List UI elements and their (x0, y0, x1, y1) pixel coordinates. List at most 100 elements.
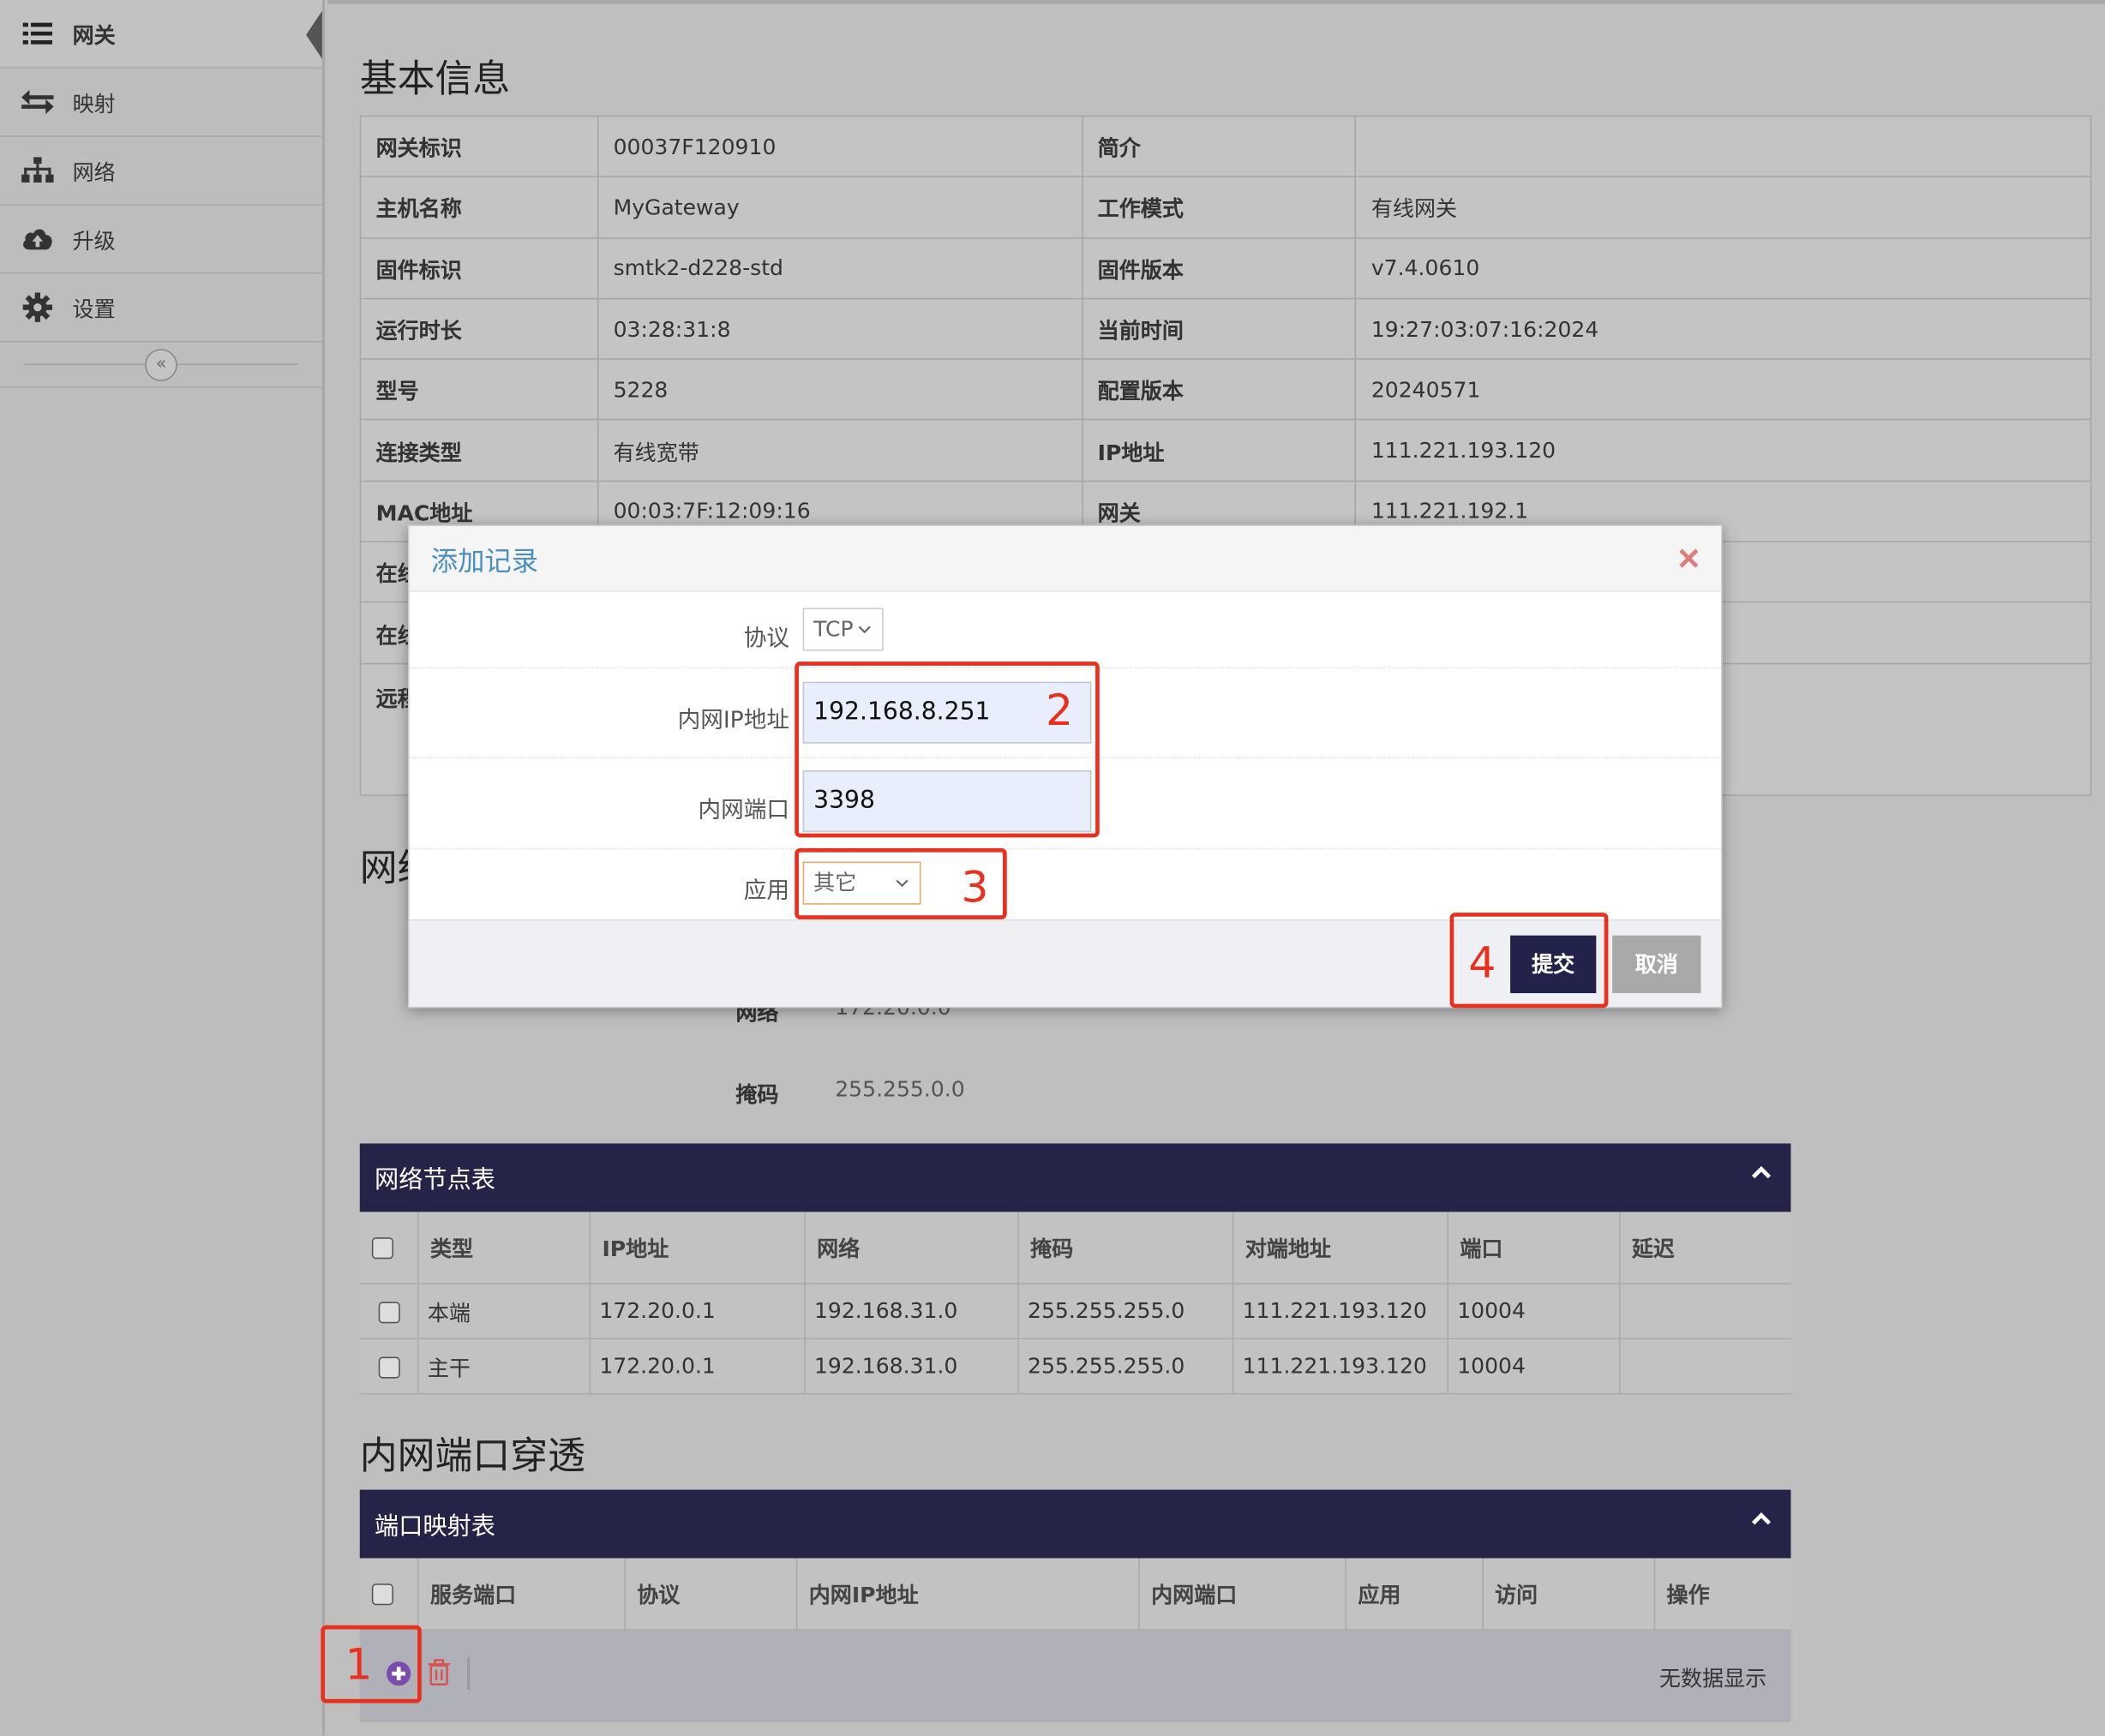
column-header[interactable]: 掩码 (1017, 1212, 1233, 1284)
port-mapping-table: 服务端口 协议 内网IP地址 内网端口 应用 访问 操作 (359, 1558, 1791, 1631)
table-cell: 111.221.193.120 (1232, 1283, 1448, 1339)
port-table-title: 端口映射表 (374, 1512, 495, 1541)
annotation-number-4: 4 (1468, 937, 1496, 988)
info-label: 固件版本 (1081, 236, 1357, 300)
annotation-number-2: 2 (1046, 684, 1074, 736)
info-label: IP地址 (1081, 419, 1357, 482)
swap-arrows-icon (21, 88, 54, 115)
column-header[interactable]: 内网IP地址 (795, 1558, 1140, 1631)
annotation-number-3: 3 (961, 861, 989, 913)
table-cell: 255.255.255.0 (1017, 1283, 1233, 1339)
column-header[interactable]: 访问 (1482, 1558, 1655, 1631)
info-value: smtk2-d228-std (597, 236, 1083, 300)
sidebar-collapse-bar: « (0, 342, 322, 388)
info-row: 固件标识 smtk2-d228-std 固件版本 v7.4.0610 (359, 236, 2092, 300)
protocol-select-value: TCP (813, 615, 854, 642)
gear-icon (21, 292, 54, 322)
table-row[interactable]: 本端 172.20.0.1 192.168.31.0 255.255.255.0 111… (359, 1283, 1791, 1339)
row-checkbox[interactable] (359, 1283, 418, 1339)
info-value: 5228 (597, 358, 1083, 422)
table-cell: 本端 (417, 1283, 591, 1339)
chevron-up-icon[interactable] (1750, 1162, 1772, 1183)
app-row: 应用 其它 (410, 849, 1721, 920)
info-label: 运行时长 (359, 297, 599, 361)
column-header[interactable]: 协议 (624, 1558, 797, 1631)
mask-label: 掩码 (735, 1081, 779, 1108)
mask-value: 255.255.0.0 (835, 1076, 965, 1102)
info-value (1355, 115, 2092, 178)
column-header[interactable]: IP地址 (589, 1212, 805, 1284)
info-label: 型号 (359, 358, 599, 422)
table-toolbar: 无数据显示 (359, 1631, 1791, 1722)
network-icon (21, 157, 54, 183)
info-value: 00037F120910 (597, 115, 1083, 178)
protocol-select[interactable]: TCP (802, 608, 884, 651)
node-table: 类型 IP地址 网络 掩码 对端地址 端口 延迟 本端 172.20.0.1 192… (359, 1212, 1791, 1394)
table-cell: 10004 (1447, 1283, 1620, 1339)
column-header[interactable]: 内网端口 (1138, 1558, 1346, 1631)
column-header[interactable]: 应用 (1345, 1558, 1483, 1631)
annotation-number-1: 1 (345, 1638, 373, 1690)
cloud-upload-icon (21, 225, 54, 252)
sidebar-item-gateway[interactable]: 网关 (0, 0, 322, 69)
close-icon[interactable] (1678, 548, 1700, 569)
info-value: 19:27:03:07:16:2024 (1355, 297, 2092, 361)
column-header[interactable]: 端口 (1447, 1212, 1620, 1284)
table-row[interactable]: 主干 172.20.0.1 192.168.31.0 255.255.255.0 111… (359, 1338, 1791, 1394)
info-row: 运行时长 03:28:31:8 当前时间 19:27:03:07:16:2024 (359, 297, 2092, 361)
table-cell: 111.221.193.120 (1232, 1338, 1448, 1394)
delete-icon[interactable] (427, 1659, 451, 1685)
info-value: 20240571 (1355, 358, 2092, 422)
info-row: 主机名称 MyGateway 工作模式 有线网关 (359, 176, 2092, 239)
sidebar-item-settings[interactable]: 设置 (0, 274, 322, 343)
port-label: 内网端口 (698, 797, 789, 824)
info-value: MyGateway (597, 176, 1083, 239)
info-row: 连接类型 有线宽带 IP地址 111.221.193.120 (359, 419, 2092, 482)
select-all-checkbox[interactable] (359, 1558, 418, 1631)
column-header[interactable]: 类型 (417, 1212, 591, 1284)
info-row: 型号 5228 配置版本 20240571 (359, 358, 2092, 422)
sidebar-item-label: 网关 (72, 22, 116, 49)
table-cell: 主干 (417, 1338, 591, 1394)
info-value: v7.4.0610 (1355, 236, 2092, 300)
table-cell: 172.20.0.1 (589, 1338, 805, 1394)
info-value: 03:28:31:8 (597, 297, 1083, 361)
column-header[interactable]: 服务端口 (417, 1558, 626, 1631)
sidebar-item-upgrade[interactable]: 升级 (0, 206, 322, 274)
sidebar-item-label: 设置 (72, 296, 116, 322)
table-cell: 255.255.255.0 (1017, 1338, 1233, 1394)
node-table-header: 网络节点表 (359, 1143, 1791, 1212)
select-all-checkbox[interactable] (359, 1212, 418, 1284)
port-table-header: 端口映射表 (359, 1489, 1791, 1559)
column-header[interactable]: 延迟 (1618, 1212, 1791, 1284)
row-checkbox[interactable] (359, 1338, 418, 1394)
node-table-title: 网络节点表 (374, 1165, 495, 1194)
port-section-title: 内网端口穿透 (359, 1433, 585, 1478)
sidebar-item-mapping[interactable]: 映射 (0, 69, 322, 137)
collapse-sidebar-button[interactable]: « (145, 349, 177, 381)
app-label: 应用 (743, 877, 789, 905)
dialog-title: 添加记录 (430, 544, 539, 577)
table-cell: 192.168.31.0 (804, 1338, 1019, 1394)
info-row: 网关标识 00037F120910 简介 (359, 115, 2092, 178)
dialog-header: 添加记录 (409, 525, 1721, 592)
column-header[interactable]: 操作 (1653, 1558, 1791, 1631)
basic-info-title: 基本信息 (359, 56, 511, 101)
info-value: 有线网关 (1355, 176, 2092, 239)
info-value: 有线宽带 (597, 419, 1083, 482)
sidebar-item-network[interactable]: 网络 (0, 137, 322, 206)
table-cell: 10004 (1447, 1338, 1620, 1394)
mask-row: 掩码 255.255.0.0 (735, 1076, 1138, 1109)
cancel-button[interactable]: 取消 (1612, 935, 1701, 994)
info-value: 111.221.193.120 (1355, 419, 2092, 482)
list-icon (21, 20, 54, 46)
info-label: 主机名称 (359, 176, 599, 239)
chevron-up-icon[interactable] (1750, 1509, 1772, 1530)
info-label: 配置版本 (1081, 358, 1357, 422)
column-header[interactable]: 网络 (804, 1212, 1019, 1284)
sidebar-item-label: 升级 (72, 228, 116, 254)
column-header[interactable]: 对端地址 (1232, 1212, 1448, 1284)
info-label: 当前时间 (1081, 297, 1357, 361)
empty-table-message: 无数据显示 (1658, 1665, 1767, 1691)
info-label: 固件标识 (359, 236, 599, 300)
